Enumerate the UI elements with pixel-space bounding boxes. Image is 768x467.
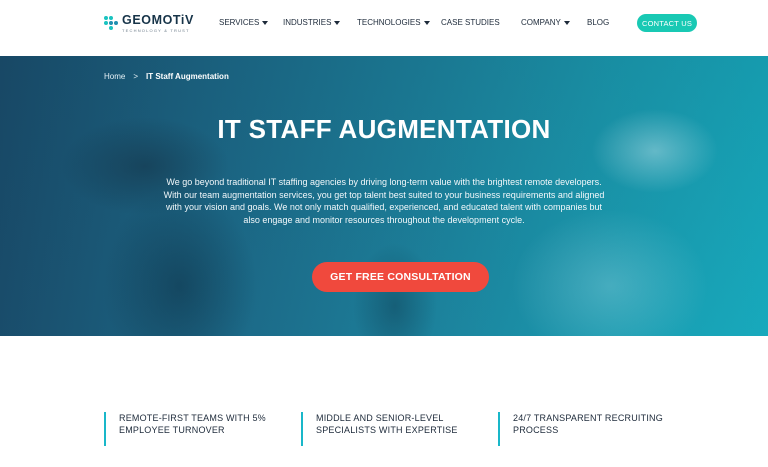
nav-item-label: BLOG xyxy=(587,18,610,27)
hero-section: Home > IT Staff Augmentation IT STAFF AU… xyxy=(0,56,768,336)
nav-item-label: TECHNOLOGIES xyxy=(357,18,421,27)
caret-down-icon xyxy=(423,20,430,25)
feature-text: MIDDLE AND SENIOR-LEVEL SPECIALISTS WITH… xyxy=(316,413,458,435)
nav-item-label: CASE STUDIES xyxy=(441,18,500,27)
caret-down-icon xyxy=(262,20,269,25)
nav-item-services[interactable]: SERVICES xyxy=(219,18,269,27)
nav-item-label: SERVICES xyxy=(219,18,260,27)
caret-down-icon xyxy=(563,20,570,25)
hero-description: We go beyond traditional IT staffing age… xyxy=(163,177,605,225)
feature-text: 24/7 TRANSPARENT RECRUITING PROCESS xyxy=(513,413,663,435)
feature-text: REMOTE-FIRST TEAMS WITH 5% EMPLOYEE TURN… xyxy=(119,413,266,435)
get-free-consultation-button[interactable]: GET FREE CONSULTATION xyxy=(312,262,489,292)
feature-item: REMOTE-FIRST TEAMS WITH 5% EMPLOYEE TURN… xyxy=(104,412,284,446)
feature-item: 24/7 TRANSPARENT RECRUITING PROCESS xyxy=(498,412,678,446)
breadcrumb: Home > IT Staff Augmentation xyxy=(104,72,229,81)
nav-item-industries[interactable]: INDUSTRIES xyxy=(283,18,341,27)
nav-item-blog[interactable]: BLOG xyxy=(587,18,609,27)
nav-item-case-studies[interactable]: CASE STUDIES xyxy=(441,18,500,27)
nav-item-company[interactable]: COMPANY xyxy=(521,18,570,27)
feature-item: MIDDLE AND SENIOR-LEVEL SPECIALISTS WITH… xyxy=(301,412,481,446)
nav-item-label: COMPANY xyxy=(521,18,561,27)
page-title: IT STAFF AUGMENTATION xyxy=(217,114,551,144)
site-header: GEOMOTiV TECHNOLOGY & TRUST SERVICES IND… xyxy=(0,0,768,56)
breadcrumb-separator: > xyxy=(133,72,139,81)
breadcrumb-home-link[interactable]: Home xyxy=(104,72,125,81)
nav-item-technologies[interactable]: TECHNOLOGIES xyxy=(357,18,430,27)
breadcrumb-current: IT Staff Augmentation xyxy=(146,72,229,81)
contact-us-button[interactable]: CONTACT US xyxy=(637,14,697,32)
caret-down-icon xyxy=(334,20,341,25)
nav-item-label: INDUSTRIES xyxy=(283,18,332,27)
